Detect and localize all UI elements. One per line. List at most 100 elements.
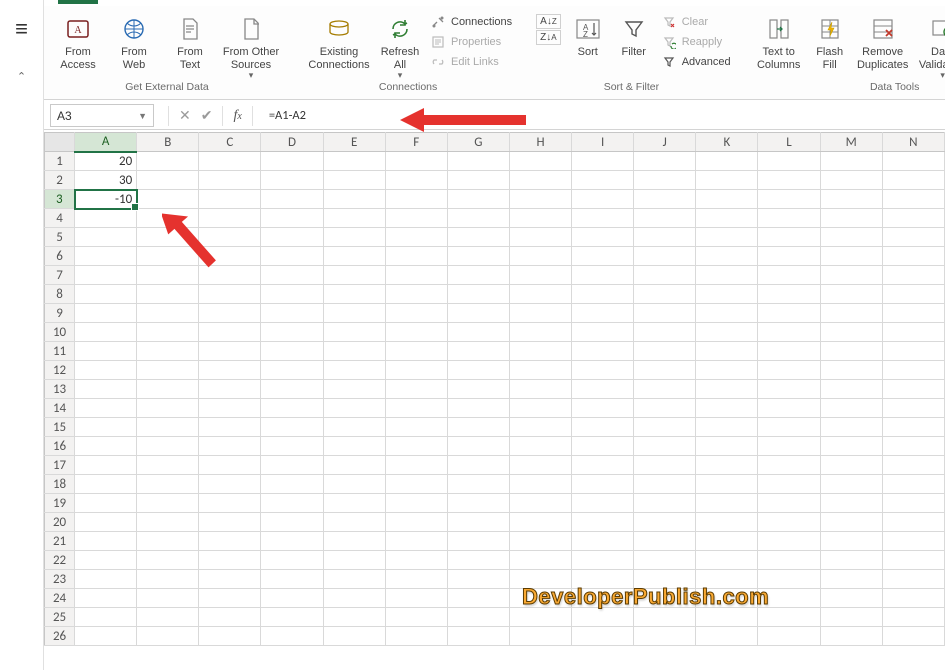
- name-box-dropdown-icon[interactable]: ▼: [138, 111, 147, 121]
- cell-B13[interactable]: [137, 380, 199, 399]
- cell-K6[interactable]: [696, 247, 758, 266]
- cell-D24[interactable]: [261, 589, 323, 608]
- cell-L13[interactable]: [758, 380, 820, 399]
- row-header-6[interactable]: 6: [45, 247, 75, 266]
- cell-I8[interactable]: [572, 285, 634, 304]
- row-header-8[interactable]: 8: [45, 285, 75, 304]
- row-header-3[interactable]: 3: [45, 190, 75, 209]
- cell-M13[interactable]: [820, 380, 882, 399]
- cell-N22[interactable]: [882, 551, 944, 570]
- cell-M4[interactable]: [820, 209, 882, 228]
- row-header-22[interactable]: 22: [45, 551, 75, 570]
- cell-D23[interactable]: [261, 570, 323, 589]
- select-all-corner[interactable]: [45, 133, 75, 152]
- cell-C1[interactable]: [199, 152, 261, 171]
- cell-A19[interactable]: [75, 494, 137, 513]
- cell-N26[interactable]: [882, 627, 944, 646]
- cell-K2[interactable]: [696, 171, 758, 190]
- cell-L12[interactable]: [758, 361, 820, 380]
- cell-E18[interactable]: [323, 475, 385, 494]
- cell-N14[interactable]: [882, 399, 944, 418]
- cell-L14[interactable]: [758, 399, 820, 418]
- cell-H19[interactable]: [509, 494, 571, 513]
- cell-K14[interactable]: [696, 399, 758, 418]
- cell-B8[interactable]: [137, 285, 199, 304]
- cell-F4[interactable]: [385, 209, 447, 228]
- sort-desc-button[interactable]: Z↓A: [536, 30, 561, 45]
- cell-N11[interactable]: [882, 342, 944, 361]
- enter-formula-icon[interactable]: ✔: [201, 107, 213, 124]
- row-header-10[interactable]: 10: [45, 323, 75, 342]
- cell-A8[interactable]: [75, 285, 137, 304]
- cell-G19[interactable]: [447, 494, 509, 513]
- cell-G15[interactable]: [447, 418, 509, 437]
- cell-D12[interactable]: [261, 361, 323, 380]
- cell-K5[interactable]: [696, 228, 758, 247]
- cell-G26[interactable]: [447, 627, 509, 646]
- cell-I11[interactable]: [572, 342, 634, 361]
- cell-F9[interactable]: [385, 304, 447, 323]
- cell-J8[interactable]: [634, 285, 696, 304]
- cell-L3[interactable]: [758, 190, 820, 209]
- cell-L6[interactable]: [758, 247, 820, 266]
- cell-L4[interactable]: [758, 209, 820, 228]
- cell-M14[interactable]: [820, 399, 882, 418]
- cell-K10[interactable]: [696, 323, 758, 342]
- cell-J22[interactable]: [634, 551, 696, 570]
- row-header-9[interactable]: 9: [45, 304, 75, 323]
- cell-J3[interactable]: [634, 190, 696, 209]
- cell-G24[interactable]: [447, 589, 509, 608]
- cell-D10[interactable]: [261, 323, 323, 342]
- cell-N2[interactable]: [882, 171, 944, 190]
- cell-H15[interactable]: [509, 418, 571, 437]
- cell-J26[interactable]: [634, 627, 696, 646]
- cell-E3[interactable]: [323, 190, 385, 209]
- cell-M7[interactable]: [820, 266, 882, 285]
- column-header-G[interactable]: G: [447, 133, 509, 152]
- cell-G8[interactable]: [447, 285, 509, 304]
- cell-D19[interactable]: [261, 494, 323, 513]
- cell-L19[interactable]: [758, 494, 820, 513]
- cell-J1[interactable]: [634, 152, 696, 171]
- cell-N4[interactable]: [882, 209, 944, 228]
- cell-B23[interactable]: [137, 570, 199, 589]
- remove-duplicates-button[interactable]: Remove Duplicates: [853, 12, 913, 73]
- cell-A12[interactable]: [75, 361, 137, 380]
- cell-L17[interactable]: [758, 456, 820, 475]
- cell-J7[interactable]: [634, 266, 696, 285]
- cell-H5[interactable]: [509, 228, 571, 247]
- cell-D7[interactable]: [261, 266, 323, 285]
- cell-L9[interactable]: [758, 304, 820, 323]
- cell-G18[interactable]: [447, 475, 509, 494]
- cell-F19[interactable]: [385, 494, 447, 513]
- cell-J13[interactable]: [634, 380, 696, 399]
- cell-G7[interactable]: [447, 266, 509, 285]
- cell-N23[interactable]: [882, 570, 944, 589]
- cell-F6[interactable]: [385, 247, 447, 266]
- cell-C21[interactable]: [199, 532, 261, 551]
- cell-L22[interactable]: [758, 551, 820, 570]
- cell-H7[interactable]: [509, 266, 571, 285]
- cell-K15[interactable]: [696, 418, 758, 437]
- cell-K4[interactable]: [696, 209, 758, 228]
- row-header-13[interactable]: 13: [45, 380, 75, 399]
- cell-N3[interactable]: [882, 190, 944, 209]
- row-header-20[interactable]: 20: [45, 513, 75, 532]
- cell-G5[interactable]: [447, 228, 509, 247]
- cell-L2[interactable]: [758, 171, 820, 190]
- cell-C23[interactable]: [199, 570, 261, 589]
- cell-I6[interactable]: [572, 247, 634, 266]
- cell-N6[interactable]: [882, 247, 944, 266]
- cell-K18[interactable]: [696, 475, 758, 494]
- cell-M15[interactable]: [820, 418, 882, 437]
- cell-D13[interactable]: [261, 380, 323, 399]
- cell-G10[interactable]: [447, 323, 509, 342]
- cell-A21[interactable]: [75, 532, 137, 551]
- menu-icon[interactable]: ≡: [15, 18, 28, 40]
- data-validation-button[interactable]: Data Validation ▾: [913, 12, 945, 82]
- cell-M17[interactable]: [820, 456, 882, 475]
- cell-M24[interactable]: [820, 589, 882, 608]
- cell-I21[interactable]: [572, 532, 634, 551]
- row-header-4[interactable]: 4: [45, 209, 75, 228]
- cell-M25[interactable]: [820, 608, 882, 627]
